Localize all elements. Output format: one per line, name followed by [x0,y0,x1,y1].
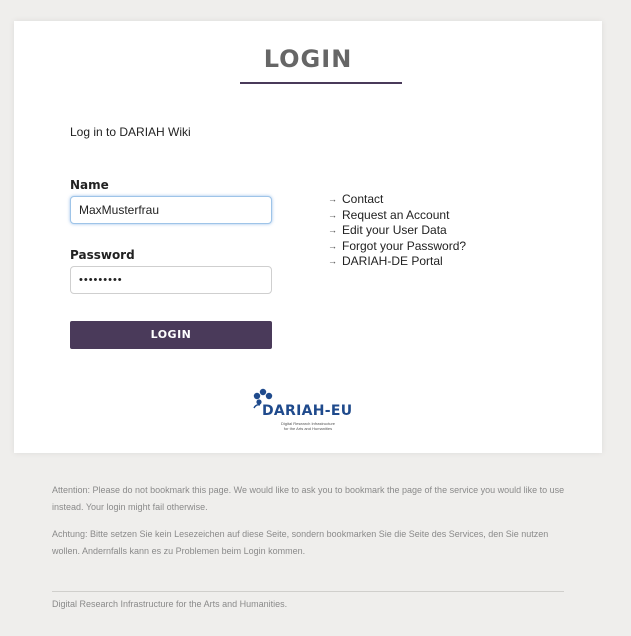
link-dariah-de-portal[interactable]: → DARIAH-DE Portal [328,254,466,270]
name-label: Name [70,178,109,192]
arrow-right-icon: → [328,256,337,266]
link-label[interactable]: Contact [342,192,383,208]
arrow-right-icon: → [328,225,337,235]
link-contact[interactable]: → Contact [328,192,466,208]
logo-name: DARIAH-EU [262,403,353,419]
link-forgot-password[interactable]: → Forgot your Password? [328,239,466,255]
arrow-right-icon: → [328,240,337,251]
page-title: LOGIN [263,45,353,73]
login-card: LOGIN Log in to DARIAH Wiki Name Passwor… [14,21,602,453]
name-input[interactable] [70,196,272,224]
footer-text: Digital Research Infrastructure for the … [52,599,288,609]
link-label[interactable]: Request an Account [342,208,449,224]
login-intro-text: Log in to DARIAH Wiki [70,125,191,139]
link-label[interactable]: Forgot your Password? [342,239,466,255]
link-label[interactable]: DARIAH-DE Portal [342,254,443,270]
page: LOGIN Log in to DARIAH Wiki Name Passwor… [0,0,631,636]
logo-subtitle: Digital Research Infrastructure for the … [268,421,348,431]
link-label[interactable]: Edit your User Data [342,223,447,239]
password-label: Password [70,248,135,262]
arrow-right-icon: → [328,194,337,204]
dariah-eu-logo[interactable]: DARIAH-EU Digital Research Infrastructur… [250,386,354,436]
bookmark-notice-en: Attention: Please do not bookmark this p… [52,485,565,512]
password-input[interactable] [70,266,272,294]
title-underline [240,82,402,84]
bookmark-notice-de: Achtung: Bitte setzen Sie kein Lesezeich… [52,529,549,556]
link-edit-user-data[interactable]: → Edit your User Data [328,223,466,239]
footer-divider [52,591,564,592]
arrow-right-icon: → [328,209,337,220]
help-links-list: → Contact → Request an Account → Edit yo… [328,192,466,270]
link-request-account[interactable]: → Request an Account [328,208,466,224]
login-button[interactable]: LOGIN [70,321,272,349]
logo-subtitle-line2: for the Arts and Humanities [283,426,333,431]
